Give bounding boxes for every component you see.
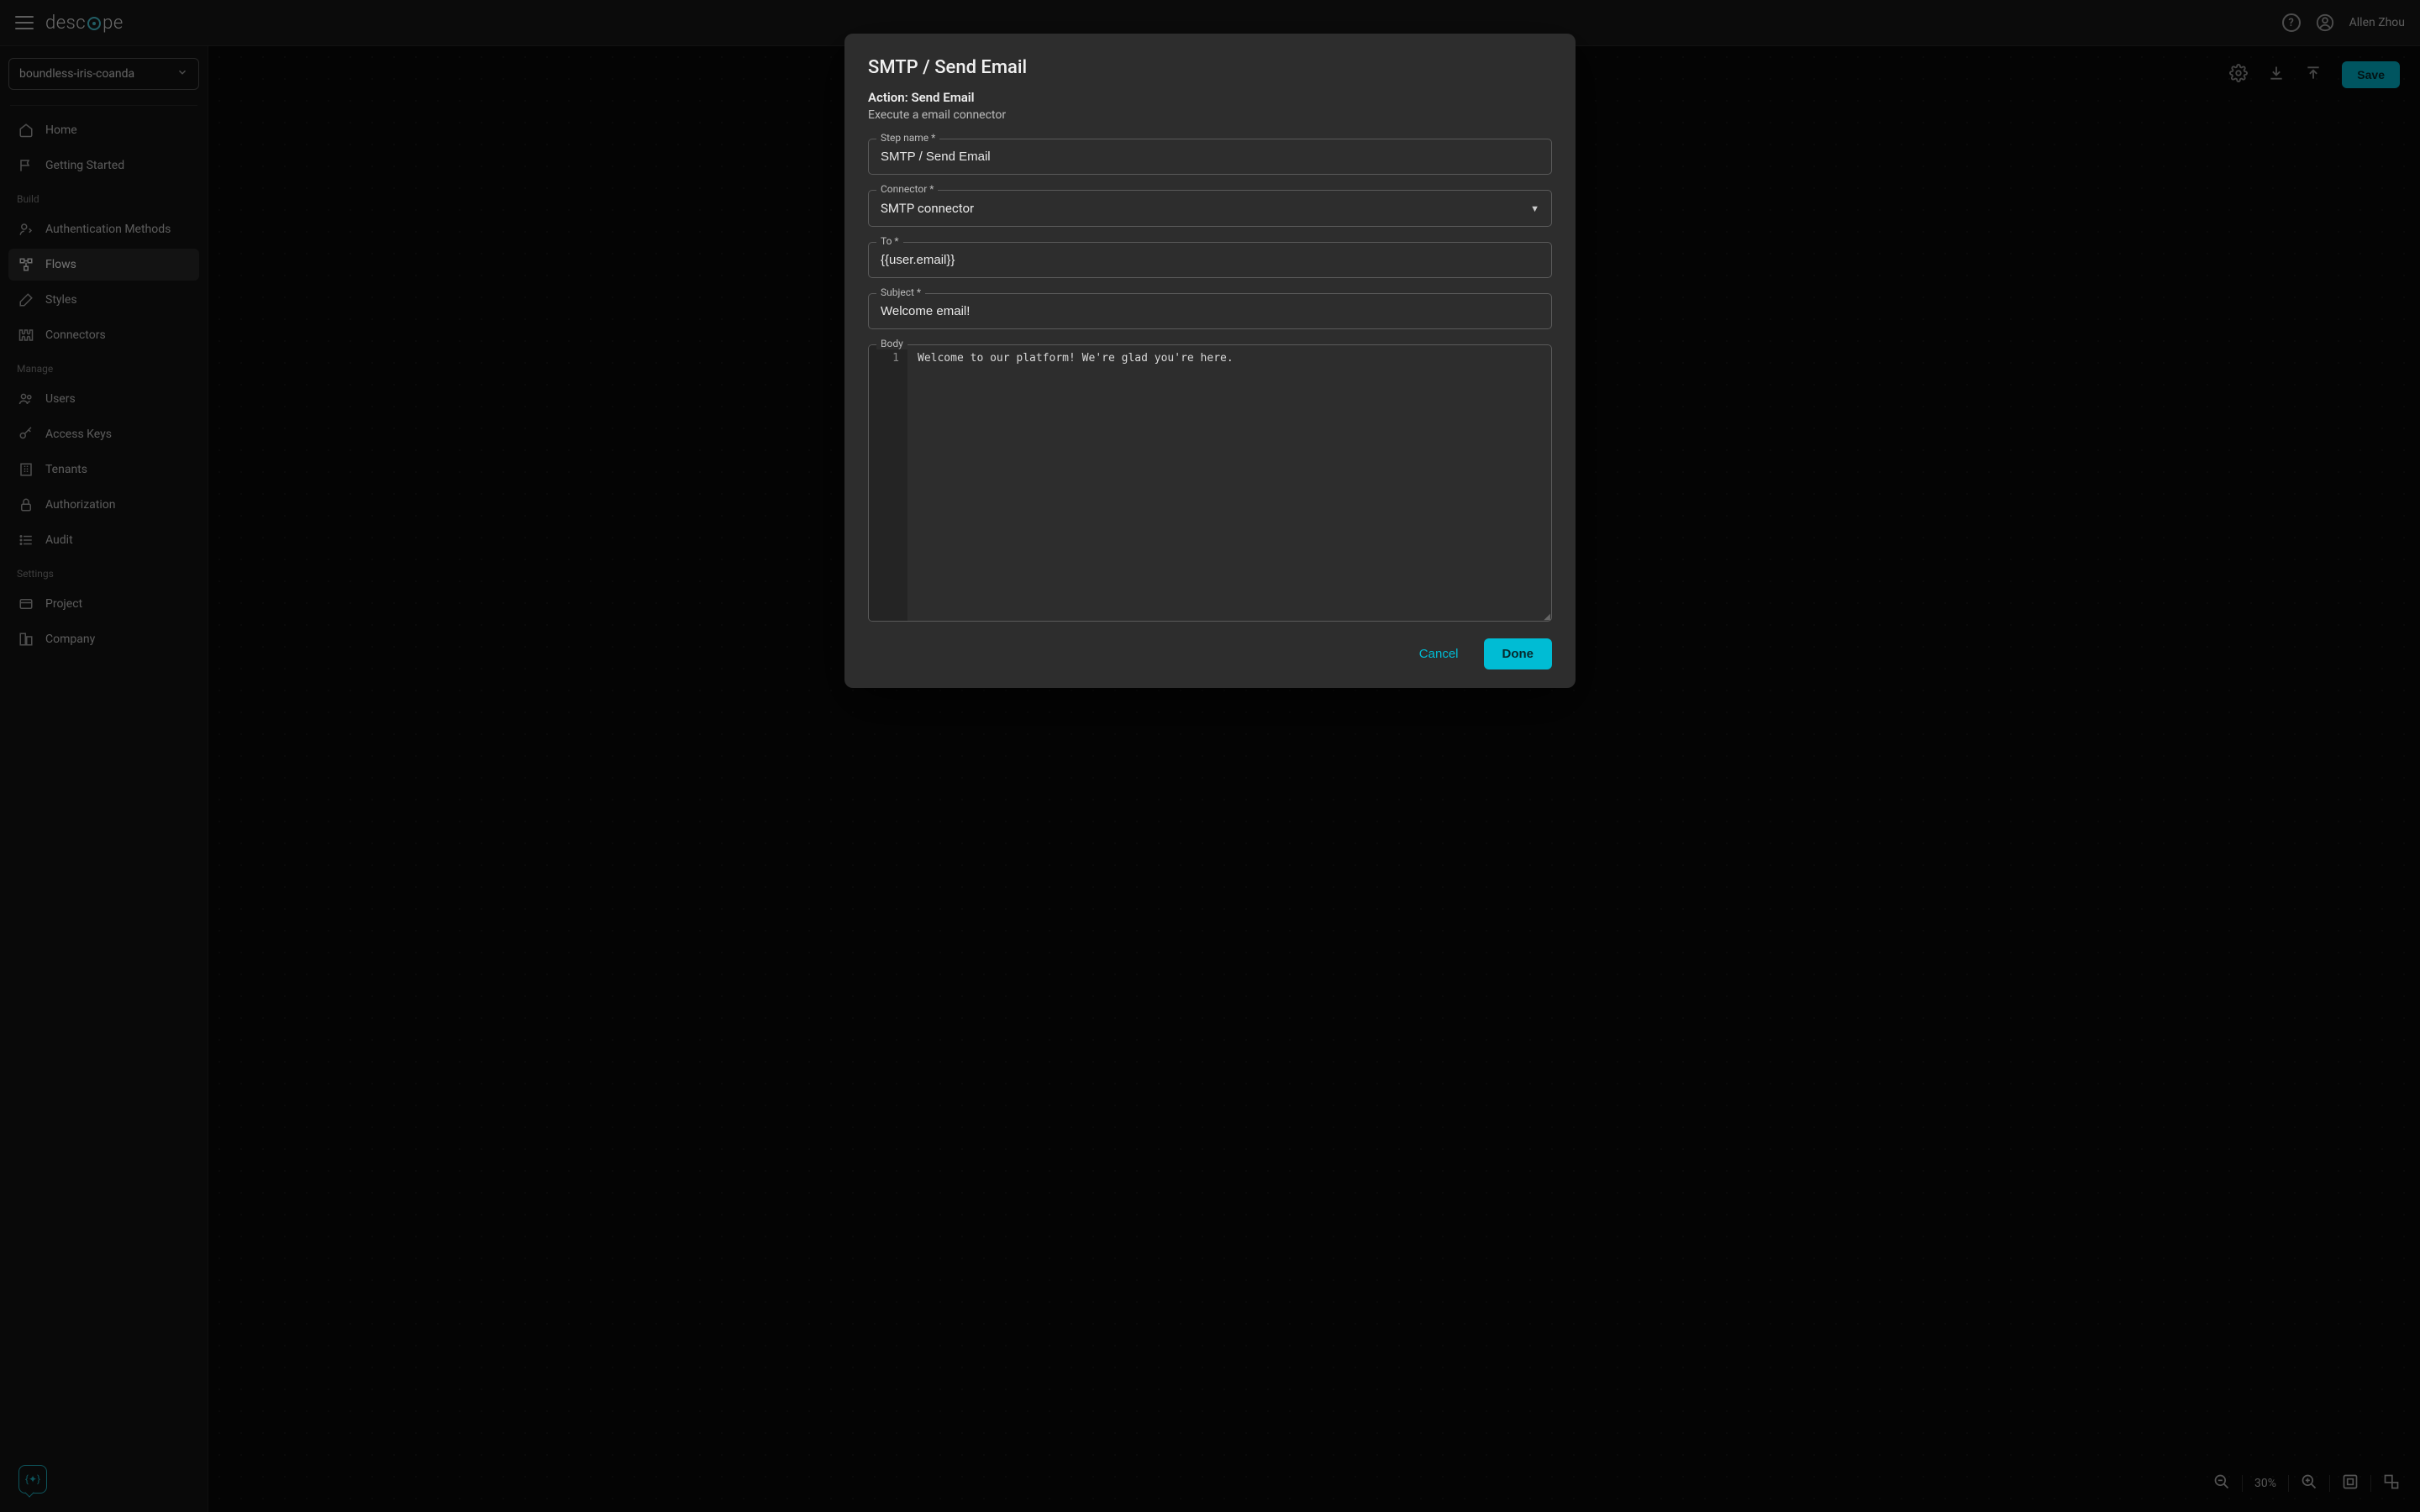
gear-icon[interactable] <box>2229 64 2248 86</box>
step-name-input[interactable] <box>868 139 1552 175</box>
separator <box>2242 1475 2243 1492</box>
modal-title: SMTP / Send Email <box>868 57 1552 78</box>
sidebar-item-auth-methods[interactable]: Authentication Methods <box>8 213 199 245</box>
modal-description: Execute a email connector <box>868 108 1552 122</box>
zoom-bar: 30% <box>2213 1473 2400 1494</box>
help-icon[interactable]: ? <box>2282 13 2301 32</box>
resize-handle-icon[interactable]: ◢ <box>1544 615 1549 620</box>
sidebar-label: Getting Started <box>45 159 124 172</box>
list-icon <box>18 533 35 548</box>
section-build: Build <box>8 185 199 210</box>
subject-input[interactable] <box>868 293 1552 329</box>
modal-action-label: Action: Send Email <box>868 90 1552 105</box>
section-manage: Manage <box>8 354 199 380</box>
connector-select[interactable]: SMTP connector ▼ <box>868 190 1552 227</box>
company-icon <box>18 632 35 647</box>
user-avatar-icon[interactable] <box>2316 13 2334 32</box>
separator <box>2288 1475 2289 1492</box>
sidebar-label: Styles <box>45 293 77 307</box>
zoom-in-icon[interactable] <box>2301 1473 2317 1494</box>
sidebar-item-getting-started[interactable]: Getting Started <box>8 150 199 181</box>
chevron-down-icon <box>176 66 188 81</box>
sidebar-item-company[interactable]: Company <box>8 623 199 655</box>
sidebar: boundless-iris-coanda Home Getting Start… <box>0 46 208 1512</box>
sidebar-label: Audit <box>45 533 73 547</box>
sidebar-label: Access Keys <box>45 428 112 441</box>
to-input[interactable] <box>868 242 1552 278</box>
sidebar-label: Connectors <box>45 328 106 342</box>
connector-label: Connector * <box>876 183 938 195</box>
project-select[interactable]: boundless-iris-coanda <box>8 58 199 90</box>
sidebar-item-project[interactable]: Project <box>8 588 199 620</box>
sidebar-item-users[interactable]: Users <box>8 383 199 415</box>
logo: descpe <box>45 13 124 34</box>
line-gutter: 1 <box>869 345 908 621</box>
topbar-left: descpe <box>15 13 124 34</box>
cancel-button[interactable]: Cancel <box>1406 638 1472 669</box>
project-icon <box>18 596 35 612</box>
building-icon <box>18 462 35 477</box>
connector-value: SMTP connector <box>881 201 974 216</box>
sidebar-label: Flows <box>45 258 76 271</box>
home-icon <box>18 123 35 138</box>
body-editor[interactable]: 1 Welcome to our platform! We're glad yo… <box>868 344 1552 622</box>
sidebar-label: Users <box>45 392 76 406</box>
sidebar-label: Company <box>45 633 95 646</box>
sidebar-label: Project <box>45 597 82 611</box>
sidebar-item-access-keys[interactable]: Access Keys <box>8 418 199 450</box>
section-settings: Settings <box>8 559 199 585</box>
divider <box>10 105 197 106</box>
auth-icon <box>18 222 35 237</box>
sidebar-item-flows[interactable]: Flows <box>8 249 199 281</box>
canvas-toolbar: Save <box>2229 61 2400 88</box>
sidebar-label: Authentication Methods <box>45 223 171 236</box>
sidebar-label: Tenants <box>45 463 87 476</box>
sidebar-item-connectors[interactable]: Connectors <box>8 319 199 351</box>
flag-icon <box>18 158 35 173</box>
separator <box>2370 1475 2371 1492</box>
subject-label: Subject * <box>876 286 925 298</box>
body-content[interactable]: Welcome to our platform! We're glad you'… <box>908 345 1551 621</box>
users-icon <box>18 391 35 407</box>
sidebar-item-styles[interactable]: Styles <box>8 284 199 316</box>
sidebar-item-authorization[interactable]: Authorization <box>8 489 199 521</box>
to-label: To * <box>876 235 903 247</box>
fit-view-icon[interactable] <box>2342 1473 2359 1494</box>
field-subject: Subject * <box>868 293 1552 329</box>
key-icon <box>18 427 35 442</box>
puzzle-icon <box>18 328 35 343</box>
lock-icon <box>18 497 35 512</box>
project-name: boundless-iris-coanda <box>19 67 134 81</box>
upload-icon[interactable] <box>2305 65 2322 85</box>
done-button[interactable]: Done <box>1484 638 1553 669</box>
brush-icon <box>18 292 35 307</box>
field-connector: Connector * SMTP connector ▼ <box>868 190 1552 227</box>
zoom-percent: 30% <box>2254 1477 2276 1490</box>
flows-icon <box>18 257 35 272</box>
save-button[interactable]: Save <box>2342 61 2400 88</box>
zoom-out-icon[interactable] <box>2213 1473 2230 1494</box>
body-label: Body <box>876 338 908 349</box>
sidebar-item-home[interactable]: Home <box>8 114 199 146</box>
modal-actions: Cancel Done <box>868 638 1552 669</box>
sidebar-item-audit[interactable]: Audit <box>8 524 199 556</box>
sidebar-label: Authorization <box>45 498 115 512</box>
field-body: Body 1 Welcome to our platform! We're gl… <box>868 344 1552 622</box>
step-name-label: Step name * <box>876 132 939 144</box>
sidebar-label: Home <box>45 123 77 137</box>
user-name[interactable]: Allen Zhou <box>2349 16 2405 29</box>
sidebar-item-tenants[interactable]: Tenants <box>8 454 199 486</box>
feedback-icon[interactable]: {✦} <box>18 1465 47 1494</box>
logo-ring-icon <box>87 17 101 30</box>
separator <box>2329 1475 2330 1492</box>
download-icon[interactable] <box>2268 65 2285 85</box>
minimap-icon[interactable] <box>2383 1473 2400 1494</box>
dropdown-arrow-icon: ▼ <box>1530 203 1539 214</box>
field-step-name: Step name * <box>868 139 1552 175</box>
menu-icon[interactable] <box>15 16 34 29</box>
field-to: To * <box>868 242 1552 278</box>
send-email-modal: SMTP / Send Email Action: Send Email Exe… <box>844 34 1576 688</box>
topbar-right: ? Allen Zhou <box>2282 13 2405 32</box>
